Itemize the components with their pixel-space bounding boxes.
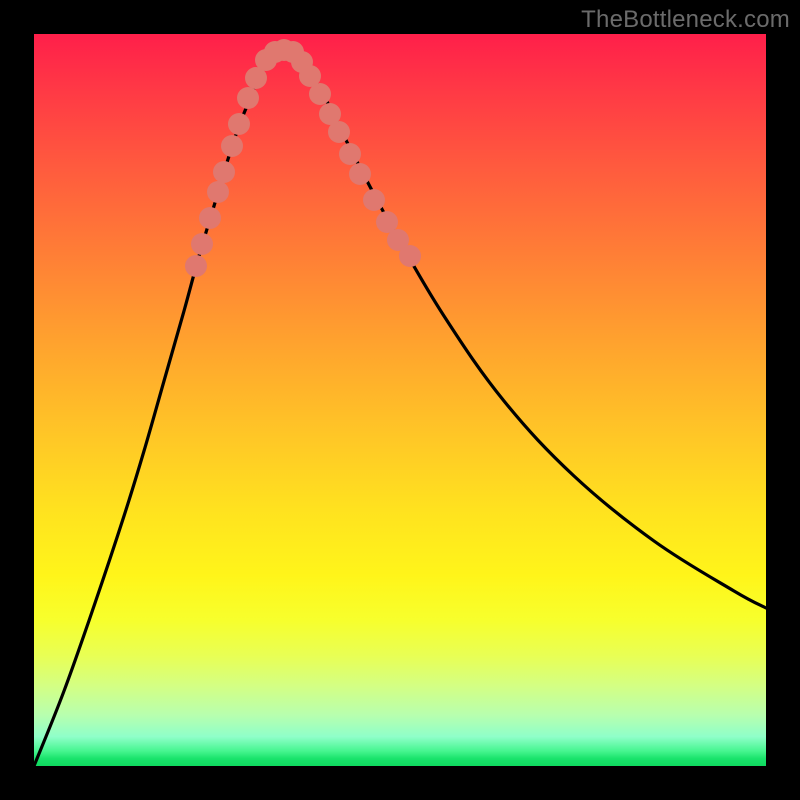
highlight-dot (349, 163, 371, 185)
highlight-dot (363, 189, 385, 211)
highlight-dot (237, 87, 259, 109)
curve-group (34, 49, 766, 766)
highlight-dot (221, 135, 243, 157)
highlight-dot (228, 113, 250, 135)
watermark-text: TheBottleneck.com (581, 6, 790, 34)
chart-svg (34, 34, 766, 766)
gradient-plot-area (34, 34, 766, 766)
highlight-dot (191, 233, 213, 255)
bottleneck-curve-path (34, 49, 766, 766)
highlight-dot (213, 161, 235, 183)
highlight-dot (309, 83, 331, 105)
highlight-dot (207, 181, 229, 203)
highlight-dot (185, 255, 207, 277)
highlight-dot (399, 245, 421, 267)
marker-group (185, 39, 421, 277)
highlight-dot (339, 143, 361, 165)
highlight-dot (199, 207, 221, 229)
outer-frame: TheBottleneck.com (0, 0, 800, 800)
highlight-dot (328, 121, 350, 143)
